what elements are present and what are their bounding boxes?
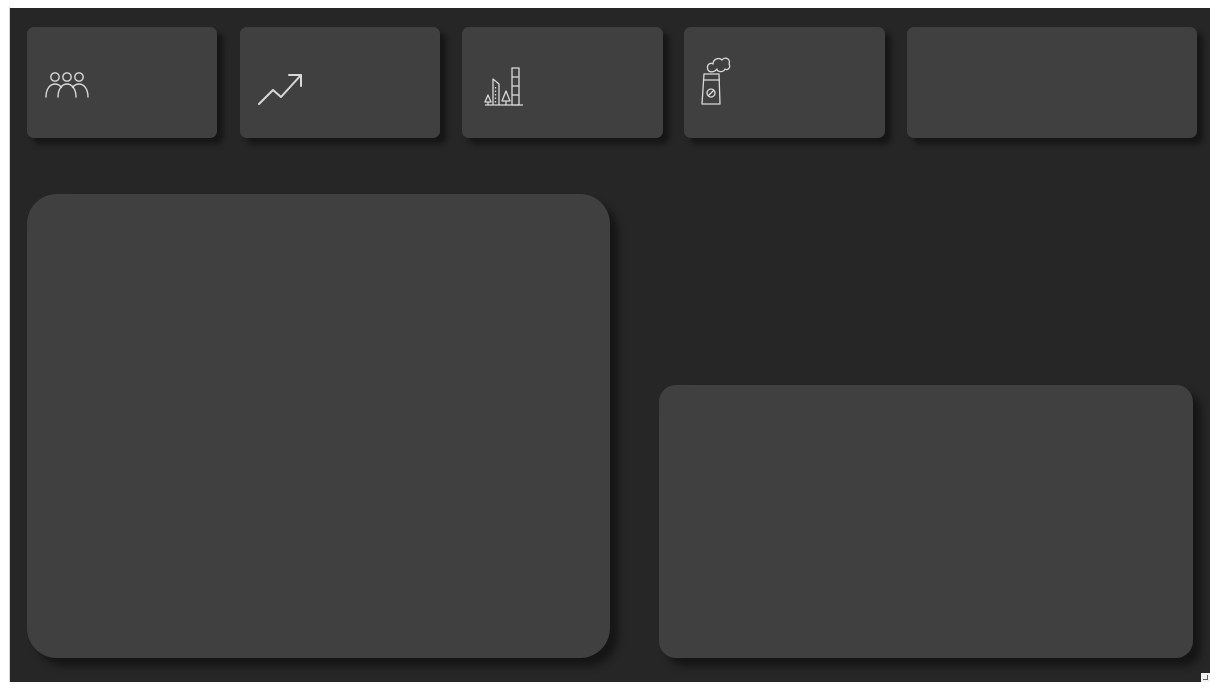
kpi-card-blank[interactable] bbox=[907, 27, 1197, 138]
dashboard-canvas bbox=[10, 8, 1210, 682]
kpi-card-factory[interactable] bbox=[684, 27, 885, 138]
factory-smoke-icon bbox=[701, 57, 731, 105]
people-icon bbox=[45, 72, 89, 98]
trend-up-icon bbox=[258, 74, 302, 105]
city-buildings-icon bbox=[484, 67, 523, 106]
kpi-card-trend[interactable] bbox=[240, 27, 440, 138]
resize-handle[interactable] bbox=[1201, 673, 1210, 682]
kpi-card-people[interactable] bbox=[27, 27, 217, 138]
main-chart-panel[interactable] bbox=[27, 194, 610, 658]
secondary-panel[interactable] bbox=[659, 385, 1193, 658]
kpi-card-city[interactable] bbox=[462, 27, 663, 138]
